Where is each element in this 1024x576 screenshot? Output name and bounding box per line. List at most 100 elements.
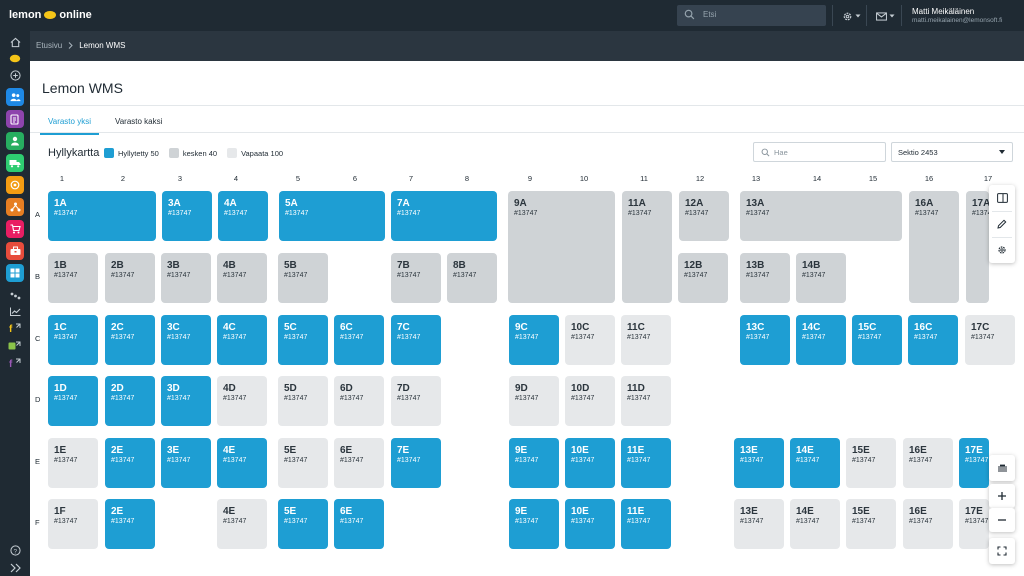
- shelf-cell[interactable]: 1D #13747: [48, 376, 98, 426]
- shelf-cell[interactable]: 13E #13747: [734, 499, 784, 549]
- flow-icon[interactable]: [8, 289, 22, 303]
- shelf-cell[interactable]: 17E #13747: [959, 438, 989, 488]
- person-icon[interactable]: [6, 132, 24, 150]
- shelf-cell[interactable]: 1F #13747: [48, 499, 98, 549]
- shelf-cell[interactable]: 11E #13747: [621, 438, 671, 488]
- shelf-cell[interactable]: 1A #13747: [48, 191, 156, 241]
- shelf-cell[interactable]: 17C #13747: [965, 315, 1015, 365]
- messages-menu-button[interactable]: [876, 8, 895, 24]
- split-view-button[interactable]: [995, 191, 1009, 205]
- shelf-cell[interactable]: 4E #13747: [217, 438, 267, 488]
- shelf-cell[interactable]: 9E #13747: [509, 438, 559, 488]
- shelf-cell[interactable]: 13C #13747: [740, 315, 790, 365]
- shelf-cell[interactable]: 11A #13747: [622, 191, 672, 303]
- fullscreen-button[interactable]: [989, 538, 1015, 564]
- shelf-cell[interactable]: 11C #13747: [621, 315, 671, 365]
- shelf-cell[interactable]: 16E #13747: [903, 438, 953, 488]
- shelf-cell[interactable]: 11D #13747: [621, 376, 671, 426]
- settings-menu-button[interactable]: [842, 8, 861, 24]
- shelf-cell[interactable]: 6D #13747: [334, 376, 384, 426]
- shelf-cell[interactable]: 7B #13747: [391, 253, 441, 303]
- shelf-cell[interactable]: 16E #13747: [903, 499, 953, 549]
- shelf-cell[interactable]: 4A #13747: [218, 191, 268, 241]
- shelf-cell[interactable]: 10E #13747: [565, 438, 615, 488]
- shelf-cell[interactable]: 14C #13747: [796, 315, 846, 365]
- shelf-cell[interactable]: 5E #13747: [278, 438, 328, 488]
- shelf-cell[interactable]: 8B #13747: [447, 253, 497, 303]
- shelf-cell[interactable]: 3B #13747: [161, 253, 211, 303]
- shelf-cell[interactable]: 12A #13747: [679, 191, 729, 241]
- shelf-cell[interactable]: 4E #13747: [217, 499, 267, 549]
- cart-icon[interactable]: [6, 220, 24, 238]
- shelf-cell[interactable]: 13E #13747: [734, 438, 784, 488]
- shelf-cell[interactable]: 2E #13747: [105, 499, 155, 549]
- shelf-cell[interactable]: 4C #13747: [217, 315, 267, 365]
- shelf-cell[interactable]: 13B #13747: [740, 253, 790, 303]
- shelf-cell[interactable]: 2E #13747: [105, 438, 155, 488]
- shelf-cell[interactable]: 15C #13747: [852, 315, 902, 365]
- shelf-cell[interactable]: 14B #13747: [796, 253, 846, 303]
- expand-sidebar-icon[interactable]: [8, 561, 22, 575]
- shelf-cell[interactable]: 14E #13747: [790, 438, 840, 488]
- shelf-cell[interactable]: 10D #13747: [565, 376, 615, 426]
- help-icon[interactable]: ?: [8, 543, 22, 557]
- ext-link-calendar-icon[interactable]: [8, 339, 22, 353]
- shelf-cell[interactable]: 9E #13747: [509, 499, 559, 549]
- user-name[interactable]: Matti Meikäläinen: [912, 7, 974, 16]
- ext-link-f2-icon[interactable]: f: [8, 356, 22, 370]
- shelf-cell[interactable]: 3E #13747: [161, 438, 211, 488]
- shelf-cell[interactable]: 10C #13747: [565, 315, 615, 365]
- shelf-cell[interactable]: 16A #13747: [909, 191, 959, 303]
- shelf-cell[interactable]: 17E #13747: [959, 499, 989, 549]
- shelf-cell[interactable]: 17A#13747: [966, 191, 989, 303]
- shelf-cell[interactable]: 2C #13747: [105, 315, 155, 365]
- shelf-cell[interactable]: 3D #13747: [161, 376, 211, 426]
- shelf-cell[interactable]: 5B #13747: [278, 253, 328, 303]
- shelf-cell[interactable]: 15E #13747: [846, 438, 896, 488]
- shelf-cell[interactable]: 2B #13747: [105, 253, 155, 303]
- shelf-cell[interactable]: 5A #13747: [279, 191, 385, 241]
- shelf-cell[interactable]: 4B #13747: [217, 253, 267, 303]
- shelf-cell[interactable]: 1E #13747: [48, 438, 98, 488]
- section-select[interactable]: Sektio 2453: [891, 142, 1013, 162]
- shelf-cell[interactable]: 3A #13747: [162, 191, 212, 241]
- map-layers-button[interactable]: [989, 455, 1015, 481]
- zoom-out-button[interactable]: [989, 508, 1015, 532]
- truck-icon[interactable]: [6, 154, 24, 172]
- lemon-icon[interactable]: [8, 51, 22, 65]
- plus-circle-icon[interactable]: [8, 68, 22, 82]
- global-search-input[interactable]: Etsi: [677, 5, 826, 26]
- shelf-cell[interactable]: 6C #13747: [334, 315, 384, 365]
- shelf-cell[interactable]: 9C #13747: [509, 315, 559, 365]
- shelf-cell[interactable]: 10E #13747: [565, 499, 615, 549]
- shelf-cell[interactable]: 14E #13747: [790, 499, 840, 549]
- toolbox-icon[interactable]: [6, 242, 24, 260]
- home-icon[interactable]: [8, 35, 22, 49]
- ext-link-f-icon[interactable]: f: [8, 321, 22, 335]
- shelf-cell[interactable]: 1C #13747: [48, 315, 98, 365]
- shelf-cell[interactable]: 16C #13747: [908, 315, 958, 365]
- shelf-cell[interactable]: 2D #13747: [105, 376, 155, 426]
- shelf-cell[interactable]: 11E #13747: [621, 499, 671, 549]
- zoom-in-button[interactable]: [989, 484, 1015, 508]
- shelf-cell[interactable]: 9A #13747: [508, 191, 615, 303]
- chart-icon[interactable]: [8, 304, 22, 318]
- warehouse-icon[interactable]: [6, 264, 24, 282]
- shelf-cell[interactable]: 5D #13747: [278, 376, 328, 426]
- shelf-cell[interactable]: 7E #13747: [391, 438, 441, 488]
- app-logo[interactable]: lemon online: [9, 9, 92, 21]
- network-icon[interactable]: [6, 198, 24, 216]
- shelf-cell[interactable]: 5E #13747: [278, 499, 328, 549]
- shelf-cell[interactable]: 15E #13747: [846, 499, 896, 549]
- shelf-cell[interactable]: 1B #13747: [48, 253, 98, 303]
- map-settings-button[interactable]: [995, 243, 1009, 257]
- shelf-search-input[interactable]: Hae: [753, 142, 886, 162]
- documents-icon[interactable]: [6, 110, 24, 128]
- breadcrumb-home[interactable]: Etusivu: [36, 41, 62, 50]
- shelf-cell[interactable]: 9D #13747: [509, 376, 559, 426]
- shelf-cell[interactable]: 3C #13747: [161, 315, 211, 365]
- shelf-cell[interactable]: 7A #13747: [391, 191, 497, 241]
- shelf-cell[interactable]: 7C #13747: [391, 315, 441, 365]
- shelf-cell[interactable]: 5C #13747: [278, 315, 328, 365]
- edit-button[interactable]: [995, 217, 1009, 231]
